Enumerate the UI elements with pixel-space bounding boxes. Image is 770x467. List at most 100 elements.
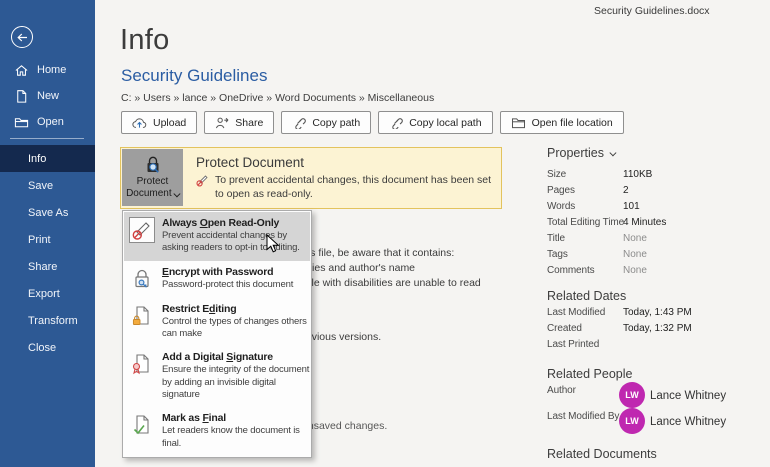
menu-item-encrypt-with-password[interactable]: Encrypt with Password Password-protect t… [124, 261, 310, 298]
property-row: Words 101 [547, 201, 762, 215]
protect-section-description: To prevent accidental changes, this docu… [215, 174, 496, 201]
upload-button[interactable]: Upload [121, 111, 197, 134]
read-only-pencil-icon [129, 217, 155, 243]
new-document-icon [14, 89, 29, 104]
sidebar-item-save[interactable]: Save [0, 172, 95, 199]
mouse-cursor [266, 234, 280, 254]
sidebar-item-share[interactable]: Share [0, 253, 95, 280]
property-value: 101 [623, 201, 640, 212]
sidebar-item-close[interactable]: Close [0, 334, 95, 361]
document-actions-toolbar: Upload Share Copy path Copy local path O… [121, 111, 624, 134]
open-file-location-button[interactable]: Open file location [500, 111, 624, 134]
word-backstage-info-page: Security Guidelines.docx Home New Open I… [0, 0, 770, 467]
related-documents-header: Related Documents [547, 447, 657, 461]
menu-item-title: Restrict Editing [162, 303, 310, 315]
breadcrumb: C: » Users » lance » OneDrive » Word Doc… [121, 92, 434, 104]
page-lock-icon [129, 303, 155, 329]
lock-key-icon [129, 266, 155, 292]
button-label: Copy local path [409, 117, 481, 129]
person-name[interactable]: Lance Whitney [650, 390, 726, 402]
property-value: 4 Minutes [623, 217, 666, 228]
menu-item-add-digital-signature[interactable]: Add a Digital Signature Ensure the integ… [124, 346, 310, 407]
related-date-row: Created Today, 1:32 PM [547, 323, 762, 337]
menu-item-title: Always Open Read-Only [162, 217, 310, 229]
copy-local-path-button[interactable]: Copy local path [378, 111, 492, 134]
upload-cloud-icon [132, 117, 147, 129]
share-person-icon [215, 116, 229, 129]
person-name[interactable]: Lance Whitney [650, 416, 726, 428]
menu-item-mark-as-final[interactable]: Mark as Final Let readers know the docum… [124, 407, 310, 456]
back-button[interactable] [11, 26, 33, 48]
button-label: Upload [153, 117, 186, 129]
sidebar-item-label: Open [37, 116, 64, 128]
document-name-heading: Security Guidelines [121, 66, 267, 86]
button-label: Open file location [532, 117, 613, 129]
related-date-row: Last Printed [547, 339, 762, 353]
sidebar-item-label: Print [28, 234, 51, 246]
property-label: Words [547, 201, 575, 212]
properties-header[interactable]: Properties [547, 146, 614, 160]
sidebar-item-label: Transform [28, 315, 78, 327]
back-arrow-icon [16, 31, 29, 44]
date-label: Last Printed [547, 339, 599, 350]
avatar[interactable]: LW [619, 408, 645, 434]
read-only-pencil-small-icon [196, 174, 209, 187]
sidebar-item-save-as[interactable]: Save As [0, 199, 95, 226]
page-check-icon [129, 412, 155, 438]
menu-item-description: Prevent accidental changes by asking rea… [162, 230, 310, 255]
sidebar-item-new[interactable]: New [0, 83, 95, 109]
property-label: Total Editing Time [547, 217, 624, 228]
related-dates-header: Related Dates [547, 289, 626, 303]
related-people-header: Related People [547, 367, 632, 381]
copy-path-button[interactable]: Copy path [281, 111, 371, 134]
property-label: Tags [547, 249, 568, 260]
sidebar-item-info[interactable]: Info [0, 145, 95, 172]
menu-item-description: Ensure the integrity of the document by … [162, 364, 310, 401]
sidebar-divider [10, 138, 84, 139]
property-value[interactable]: None [623, 233, 647, 244]
sidebar-item-label: Info [28, 153, 46, 165]
sidebar-item-home[interactable]: Home [0, 57, 95, 83]
button-label: Protect Document [126, 176, 179, 200]
sidebar-item-open[interactable]: Open [0, 109, 95, 135]
date-value: Today, 1:43 PM [623, 307, 692, 318]
lock-magnifier-icon [143, 155, 163, 175]
date-label: Created [547, 323, 582, 334]
menu-item-restrict-editing[interactable]: Restrict Editing Control the types of ch… [124, 298, 310, 347]
section-title: Related Dates [547, 289, 626, 303]
property-label: Title [547, 233, 565, 244]
property-row: Comments None [547, 265, 762, 279]
sidebar-item-label: New [37, 90, 59, 102]
window-document-title: Security Guidelines.docx [594, 5, 710, 17]
menu-item-title: Encrypt with Password [162, 266, 310, 278]
property-value[interactable]: None [623, 265, 647, 276]
sidebar-item-print[interactable]: Print [0, 226, 95, 253]
property-label: Size [547, 169, 566, 180]
avatar-initials: LW [625, 416, 639, 426]
property-value: 2 [623, 185, 629, 196]
property-row: Size 110KB [547, 169, 762, 183]
sidebar-item-label: Share [28, 261, 57, 273]
sidebar-item-export[interactable]: Export [0, 280, 95, 307]
section-title: Related Documents [547, 447, 657, 461]
date-label: Last Modified [547, 307, 605, 318]
avatar[interactable]: LW [619, 382, 645, 408]
property-row: Total Editing Time 4 Minutes [547, 217, 762, 231]
menu-item-always-open-read-only[interactable]: Always Open Read-Only Prevent accidental… [124, 212, 310, 261]
share-button[interactable]: Share [204, 111, 274, 134]
date-value: Today, 1:32 PM [623, 323, 692, 334]
menu-item-description: Password-protect this document [162, 279, 310, 291]
protect-section-content: Protect Document To prevent accidental c… [196, 155, 496, 201]
sidebar-item-label: Home [37, 64, 66, 76]
dropdown-caret-icon [174, 190, 180, 196]
section-title: Related People [547, 367, 632, 381]
sidebar-item-transform[interactable]: Transform [0, 307, 95, 334]
menu-item-description: Control the types of changes others can … [162, 316, 310, 341]
sidebar-item-label: Save [28, 180, 53, 192]
property-value[interactable]: None [623, 249, 647, 260]
sidebar-item-label: Export [28, 288, 60, 300]
protect-document-button[interactable]: Protect Document [122, 149, 183, 206]
person-label: Author [547, 385, 576, 396]
protect-document-section: Protect Document Protect Document To pre… [120, 147, 502, 209]
button-label: Share [235, 117, 263, 129]
